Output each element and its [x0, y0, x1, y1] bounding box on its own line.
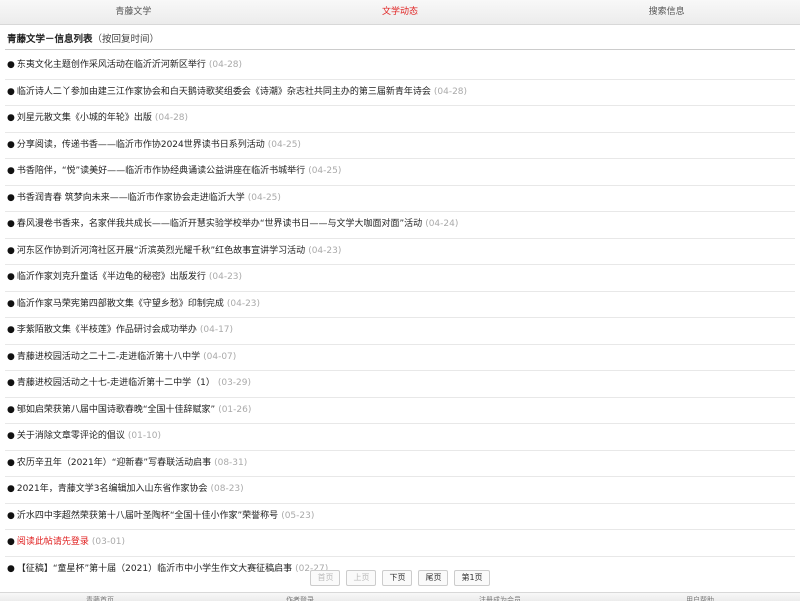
prev-page-button[interactable]: 上页 — [346, 570, 377, 586]
top-navigation: 青藤文学 文学动态 搜索信息 — [0, 0, 800, 25]
list-item: ● 郇如启荣获第八届中国诗歌春晚“全国十佳辞赋家” (01-26) — [5, 398, 795, 424]
bullet-icon: ● — [7, 166, 15, 176]
page-title-text: 青藤文学－信息列表 — [7, 34, 93, 45]
news-date: (01-10) — [127, 431, 162, 441]
bullet-icon: ● — [7, 484, 15, 494]
bullet-icon: ● — [7, 86, 15, 97]
bullet-icon: ● — [7, 192, 15, 203]
list-item: ● 阅读此帖请先登录 (03-01) — [5, 530, 795, 557]
news-title-link[interactable]: 东夷文化主题创作采风活动在临沂沂河新区举行 — [17, 60, 206, 70]
news-title-link[interactable]: 春风漫卷书香来，名家伴我共成长——临沂开慧实验学校举办“世界读书日——与文学大咖… — [17, 219, 422, 229]
news-title-link[interactable]: 2021年，青藤文学3名编辑加入山东省作家协会 — [17, 484, 208, 494]
current-page-indicator: 第1页 — [454, 570, 490, 586]
bullet-icon: ● — [7, 139, 15, 150]
list-item: ● 关于消除文章零评论的倡议 (01-10) — [5, 424, 795, 451]
bullet-icon: ● — [7, 325, 15, 335]
news-date: (04-25) — [267, 139, 301, 150]
news-date: (08-31) — [214, 457, 248, 468]
news-date: (03-01) — [91, 537, 126, 547]
news-date: (04-17) — [199, 325, 234, 335]
news-title-link[interactable]: 刘星元散文集《小城的年轮》出版 — [17, 113, 152, 123]
news-list: ● 东夷文化主题创作采风活动在临沂沂河新区举行 (04-28) ● 临沂诗人二丫参加由建… — [5, 53, 795, 582]
tab-search-info[interactable]: 搜索信息 — [533, 0, 800, 24]
list-item: ● 临沂作家马荣宪第四部散文集《守望乡愁》印制完成 (04-23) — [5, 292, 795, 318]
list-item: ● 李紫陌散文集《半枝莲》作品研讨会成功举办 (04-17) — [5, 318, 795, 345]
news-date: (04-28) — [208, 60, 243, 70]
first-page-button[interactable]: 首页 — [310, 570, 341, 586]
news-date: (04-23) — [208, 272, 243, 282]
last-page-button[interactable]: 尾页 — [418, 570, 449, 586]
news-title-link[interactable]: 郇如启荣获第八届中国诗歌春晚“全国十佳辞赋家” — [17, 405, 215, 415]
bullet-icon: ● — [7, 60, 15, 70]
news-title-link[interactable]: 阅读此帖请先登录 — [17, 537, 89, 547]
news-date: (04-28) — [154, 113, 189, 123]
list-item: ● 书香润青春 筑梦向未来——临沂市作家协会走进临沂大学 (04-25) — [5, 186, 795, 212]
bullet-icon: ● — [7, 404, 15, 415]
news-title-link[interactable]: 临沂诗人二丫参加由建三江作家协会和白天鹅诗歌奖组委会《诗潮》杂志社共同主办的第三… — [17, 87, 431, 97]
list-item: ● 2021年，青藤文学3名编辑加入山东省作家协会 (08-23) — [5, 477, 795, 504]
list-item: ● 河东区作协到沂河湾社区开展“沂滨英烈光耀千秋”红色故事宣讲学习活动 (04-23… — [5, 239, 795, 265]
bullet-icon: ● — [7, 245, 15, 256]
bullet-icon: ● — [7, 457, 15, 468]
news-title-link[interactable]: 临沂作家马荣宪第四部散文集《守望乡愁》印制完成 — [17, 299, 224, 309]
list-item: ● 农历辛丑年（2021年）“迎新春”写春联活动启事 (08-31) — [5, 451, 795, 477]
news-date: (01-26) — [218, 404, 252, 415]
page-title: 青藤文学－信息列表（按回复时间） — [7, 31, 159, 45]
tab-qingteng-literature[interactable]: 青藤文学 — [0, 0, 267, 24]
news-title-link[interactable]: 书香陪伴，“悦”读美好——临沂市作协经典诵读公益讲座在临沂书城举行 — [17, 166, 305, 176]
list-item: ● 临沂诗人二丫参加由建三江作家协会和白天鹅诗歌奖组委会《诗潮》杂志社共同主办的第… — [5, 80, 795, 106]
news-title-link[interactable]: 李紫陌散文集《半枝莲》作品研讨会成功举办 — [17, 325, 197, 335]
list-item: ● 刘星元散文集《小城的年轮》出版 (04-28) — [5, 106, 795, 133]
news-title-link[interactable]: 临沂作家刘克升童话《半边龟的秘密》出版发行 — [17, 272, 206, 282]
bullet-icon: ● — [7, 431, 15, 441]
bullet-icon: ● — [7, 113, 15, 123]
news-date: (05-23) — [281, 510, 315, 521]
news-title-link[interactable]: 关于消除文章零评论的倡议 — [17, 431, 125, 441]
list-item: ● 青藤进校园活动之十七-走进临沂第十二中学（1） (03-29) — [5, 371, 795, 398]
news-date: (04-25) — [308, 166, 342, 176]
news-date: (04-28) — [433, 86, 468, 97]
news-title-link[interactable]: 青藤进校园活动之二十二-走进临沂第十八中学 — [17, 352, 200, 362]
bullet-icon: ● — [7, 351, 15, 362]
tab-literary-news[interactable]: 文学动态 — [267, 0, 534, 24]
news-date: (04-24) — [425, 219, 459, 229]
bullet-icon: ● — [7, 537, 15, 547]
divider — [5, 49, 795, 50]
news-date: (08-23) — [210, 484, 244, 494]
news-date: (03-29) — [217, 378, 252, 388]
news-title-link[interactable]: 分享阅读，传递书香——临沂市作协2024世界读书日系列活动 — [17, 140, 265, 150]
list-item: ● 分享阅读，传递书香——临沂市作协2024世界读书日系列活动 (04-25) — [5, 133, 795, 159]
page-title-subtitle: （按回复时间） — [92, 34, 160, 45]
pagination: 首页 上页 下页 尾页 第1页 — [0, 570, 800, 586]
news-date: (04-23) — [308, 245, 342, 256]
news-date: (04-25) — [247, 192, 281, 203]
bullet-icon: ● — [7, 510, 15, 521]
list-item: ● 沂水四中李超然荣获第十八届叶圣陶杯“全国十佳小作家”荣誉称号 (05-23) — [5, 504, 795, 530]
list-item: ● 青藤进校园活动之二十二-走进临沂第十八中学 (04-07) — [5, 345, 795, 371]
list-item: ● 书香陪伴，“悦”读美好——临沂市作协经典诵读公益讲座在临沂书城举行 (04-25… — [5, 159, 795, 186]
bullet-icon: ● — [7, 219, 15, 229]
list-item: ● 春风漫卷书香来，名家伴我共成长——临沂开慧实验学校举办“世界读书日——与文学大… — [5, 212, 795, 239]
news-date: (04-07) — [203, 351, 237, 362]
news-title-link[interactable]: 农历辛丑年（2021年）“迎新春”写春联活动启事 — [17, 458, 211, 468]
list-item: ● 东夷文化主题创作采风活动在临沂沂河新区举行 (04-28) — [5, 53, 795, 80]
news-title-link[interactable]: 沂水四中李超然荣获第十八届叶圣陶杯“全国十佳小作家”荣誉称号 — [17, 511, 278, 521]
news-date: (04-23) — [226, 298, 261, 309]
list-item: ● 临沂作家刘克升童话《半边龟的秘密》出版发行 (04-23) — [5, 265, 795, 292]
bullet-icon: ● — [7, 378, 15, 388]
bullet-icon: ● — [7, 272, 15, 282]
next-page-button[interactable]: 下页 — [382, 570, 413, 586]
news-title-link[interactable]: 书香润青春 筑梦向未来——临沂市作家协会走进临沂大学 — [17, 193, 245, 203]
news-title-link[interactable]: 青藤进校园活动之十七-走进临沂第十二中学（1） — [17, 378, 215, 388]
news-title-link[interactable]: 河东区作协到沂河湾社区开展“沂滨英烈光耀千秋”红色故事宣讲学习活动 — [17, 246, 305, 256]
bullet-icon: ● — [7, 298, 15, 309]
